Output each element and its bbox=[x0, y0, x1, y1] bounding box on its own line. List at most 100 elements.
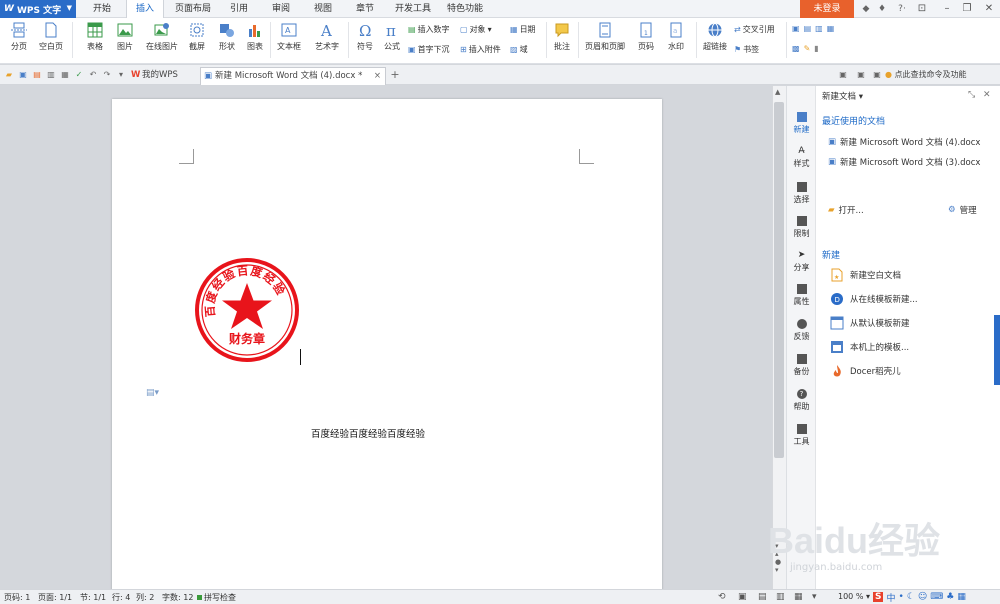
blank-page-button[interactable]: 空白页 bbox=[36, 22, 66, 52]
restore-window-icon[interactable]: ⊡ bbox=[915, 2, 929, 16]
spellcheck-icon[interactable]: ✓ bbox=[74, 70, 84, 80]
local-templates[interactable]: 本机上的模板... bbox=[830, 340, 909, 354]
save-icon[interactable]: ▣ bbox=[18, 70, 28, 80]
side-tab-restrict[interactable]: 限制 bbox=[787, 216, 816, 239]
new-from-online-template[interactable]: D 从在线模板新建... bbox=[830, 292, 918, 306]
document-page[interactable]: 百度经验百度经验 财务章 百度经验百度经验百度经验 bbox=[112, 99, 662, 589]
screenshot-button[interactable]: 截屏 bbox=[184, 22, 210, 52]
object-button[interactable]: ▢ 对象 ▾ bbox=[460, 24, 492, 35]
side-tab-properties[interactable]: 属性 bbox=[787, 284, 816, 307]
new-blank-document[interactable]: ★ 新建空白文档 bbox=[830, 268, 901, 282]
form-grid-icon[interactable]: ▤ bbox=[804, 24, 812, 33]
page-number-button[interactable]: 1 页码 bbox=[632, 22, 660, 52]
recent-file-item[interactable]: ▣ 新建 Microsoft Word 文档 (4).docx bbox=[828, 136, 980, 148]
paragraph-layout-icon[interactable]: ▤▾ bbox=[146, 388, 159, 398]
finance-stamp[interactable]: 百度经验百度经验 财务章 bbox=[194, 257, 300, 363]
picture-button[interactable]: 图片 bbox=[112, 22, 138, 52]
new-from-default-template[interactable]: 从默认模板新建 bbox=[830, 316, 910, 330]
tab-review[interactable]: 审阅 bbox=[264, 0, 298, 18]
status-pages[interactable]: 页面: 1/1 bbox=[38, 592, 72, 603]
document-body-text[interactable]: 百度经验百度经验百度经验 bbox=[311, 426, 425, 440]
status-page-number[interactable]: 页码: 1 bbox=[4, 592, 30, 603]
web-view-icon[interactable]: ▥ bbox=[776, 592, 785, 602]
side-tab-backup[interactable]: 备份 bbox=[787, 354, 816, 377]
status-word-count[interactable]: 字数: 12 bbox=[162, 592, 193, 603]
header-footer-button[interactable]: 页眉和页脚 bbox=[582, 22, 628, 52]
tab-references[interactable]: 引用 bbox=[222, 0, 256, 18]
field-button[interactable]: ▨ 域 bbox=[510, 44, 528, 55]
vertical-scrollbar[interactable]: ▲ ▾ ▴ ● ▾ bbox=[772, 86, 786, 589]
tab-start[interactable]: 开始 bbox=[84, 0, 120, 18]
command-search[interactable]: ● 点此查找命令及功能 bbox=[885, 69, 967, 80]
chart-button[interactable]: 图表 bbox=[244, 22, 266, 52]
tab-features[interactable]: 特色功能 bbox=[442, 0, 488, 18]
view-menu-icon[interactable]: ▾ bbox=[812, 592, 817, 602]
date-button[interactable]: ▦ 日期 bbox=[510, 24, 536, 35]
page-view-icon[interactable]: ▤ bbox=[758, 592, 767, 602]
side-tab-tools[interactable]: 工具 bbox=[787, 424, 816, 447]
zoom-level[interactable]: 100 % ▾ bbox=[838, 592, 870, 601]
undo-icon[interactable]: ↶ bbox=[88, 70, 98, 80]
cross-ref-button[interactable]: ⇄ 交叉引用 bbox=[734, 24, 775, 35]
pane-collapse-handle[interactable] bbox=[994, 315, 1000, 385]
view-alt-icon[interactable]: ▣ bbox=[856, 70, 866, 80]
form-icon[interactable]: ▣ bbox=[792, 24, 800, 33]
insert-number-button[interactable]: ▤ 插入数字 bbox=[408, 24, 450, 35]
export-pdf-icon[interactable]: ▤ bbox=[32, 70, 42, 80]
spell-check-toggle[interactable]: 拼写检查 bbox=[197, 592, 236, 603]
wordart-button[interactable]: A 艺术字 bbox=[310, 22, 344, 52]
new-tab-icon[interactable]: + bbox=[390, 69, 400, 80]
bookmark-button[interactable]: ⚑ 书签 bbox=[734, 44, 759, 55]
outline-view-icon[interactable]: ▦ bbox=[794, 592, 803, 602]
brush-icon[interactable]: ✎ bbox=[804, 44, 811, 53]
open-button[interactable]: ▰ 打开... bbox=[828, 204, 864, 216]
shapes-button[interactable]: 形状 bbox=[214, 22, 240, 52]
login-button[interactable]: 未登录 bbox=[800, 0, 854, 18]
side-tab-feedback[interactable]: 反馈 bbox=[787, 319, 816, 342]
redo-icon[interactable]: ↷ bbox=[102, 70, 112, 80]
app-menu-button[interactable]: W WPS 文字 ▼ bbox=[0, 0, 76, 18]
collapse-pane-icon[interactable]: ⤡ bbox=[968, 90, 975, 100]
chevron-down-icon[interactable]: ▾ bbox=[116, 70, 126, 80]
open-folder-icon[interactable]: ▰ bbox=[4, 70, 14, 80]
side-tab-new[interactable]: 新建 bbox=[787, 112, 816, 135]
table-button[interactable]: 表格 bbox=[82, 22, 108, 52]
tab-developer[interactable]: 开发工具 bbox=[390, 0, 436, 18]
side-tab-select[interactable]: 选择 bbox=[787, 182, 816, 205]
scroll-up-icon[interactable]: ▲ bbox=[775, 88, 780, 96]
close-icon[interactable]: ✕ bbox=[982, 2, 996, 16]
side-tab-help[interactable]: ? 帮助 bbox=[787, 389, 816, 412]
textbox-button[interactable]: A 文本框 bbox=[274, 22, 304, 52]
skin-icon[interactable]: ◆ bbox=[860, 3, 872, 15]
manage-button[interactable]: ⚙ 管理 bbox=[948, 204, 977, 216]
maximize-icon[interactable]: ❐ bbox=[960, 2, 974, 16]
watermark-button[interactable]: a 水印 bbox=[662, 22, 690, 52]
revision-icon[interactable]: ⟲ bbox=[718, 592, 726, 602]
page-break-button[interactable]: 分页 bbox=[6, 22, 32, 52]
docer-store[interactable]: Docer稻壳儿 bbox=[830, 364, 901, 378]
close-icon[interactable]: × bbox=[374, 68, 381, 84]
design-mode-icon[interactable]: ▩ bbox=[792, 44, 800, 53]
print-icon[interactable]: ▥ bbox=[46, 70, 56, 80]
layout-icon[interactable]: ▣ bbox=[872, 70, 882, 80]
tab-insert[interactable]: 插入 bbox=[126, 0, 164, 19]
print-preview-icon[interactable]: ▦ bbox=[60, 70, 70, 80]
side-tab-share[interactable]: ➤ 分享 bbox=[787, 250, 816, 273]
scrollbar-thumb[interactable] bbox=[774, 102, 784, 458]
reading-mode-icon[interactable]: ▣ bbox=[738, 592, 747, 602]
pane-title[interactable]: 新建文档 ▾ bbox=[822, 90, 863, 102]
attachment-button[interactable]: ⊞ 插入附件 bbox=[460, 44, 501, 55]
shirt-icon[interactable]: ♦ bbox=[876, 3, 888, 15]
tab-view[interactable]: 视图 bbox=[306, 0, 340, 18]
input-method-bar[interactable]: S 中 • ☾ ☺ ⌨ ♣ ▦ bbox=[873, 591, 966, 604]
help-icon[interactable]: ?· bbox=[893, 3, 911, 15]
drop-cap-button[interactable]: ▣ 首字下沉 bbox=[408, 44, 450, 55]
tab-page-layout[interactable]: 页面布局 bbox=[170, 0, 216, 18]
close-icon[interactable]: ✕ bbox=[983, 90, 991, 100]
minimize-icon[interactable]: – bbox=[940, 2, 954, 16]
comment-button[interactable]: 批注 bbox=[550, 22, 574, 52]
online-picture-button[interactable]: 在线图片 bbox=[142, 22, 182, 52]
tab-document[interactable]: ▣ 新建 Microsoft Word 文档 (4).docx * × bbox=[200, 67, 386, 85]
hyperlink-button[interactable]: 超链接 bbox=[700, 22, 730, 52]
symbol-button[interactable]: Ω 符号 bbox=[352, 22, 378, 52]
